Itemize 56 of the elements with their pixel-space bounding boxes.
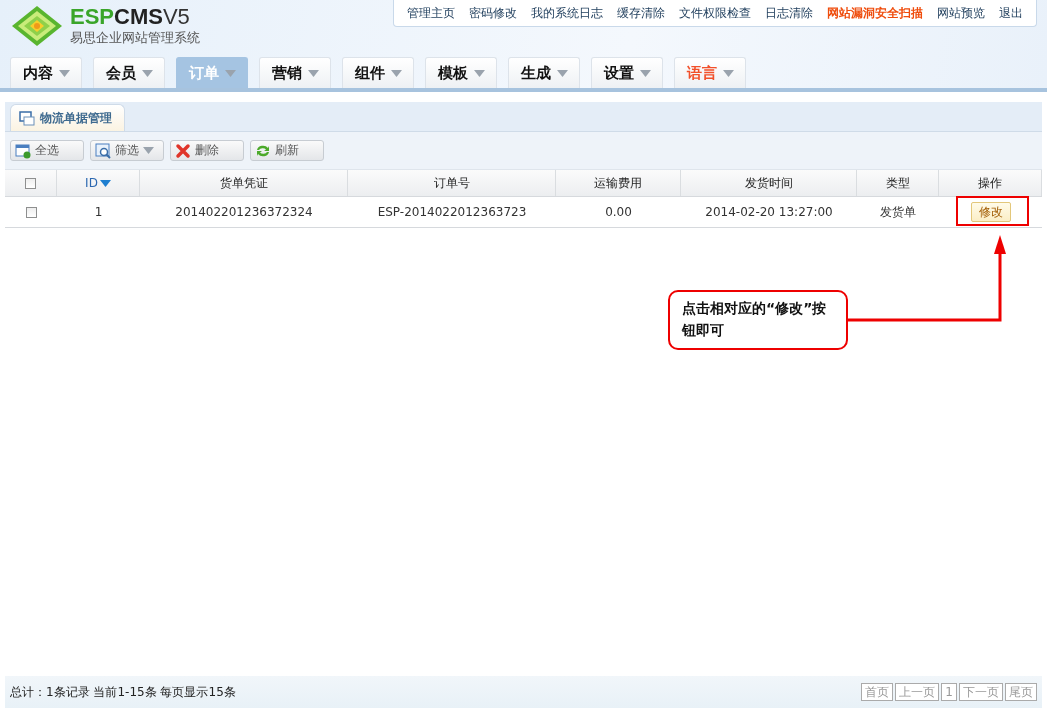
column-header[interactable]: 订单号 (433, 174, 470, 192)
caret-icon (473, 69, 485, 77)
table-cell: 201402201236372324 (175, 205, 313, 219)
top-link[interactable]: 日志清除 (758, 4, 820, 22)
checkbox[interactable] (25, 206, 37, 218)
caret-icon (390, 69, 402, 77)
caret-icon (143, 147, 154, 154)
cross-icon (175, 142, 191, 159)
column-header[interactable]: 类型 (885, 174, 910, 192)
top-link[interactable]: 退出 (992, 4, 1030, 22)
nav-tab[interactable]: 营销 (259, 57, 331, 88)
nav-tab[interactable]: 组件 (342, 57, 414, 88)
nav-tab[interactable]: 设置 (591, 57, 663, 88)
table-cell: 发货单 (880, 203, 916, 221)
table-cell: ESP-2014022012363723 (377, 205, 527, 219)
nav-tab[interactable]: 生成 (508, 57, 580, 88)
caret-icon (307, 69, 319, 77)
logo-subtitle: 易思企业网站管理系统 (70, 29, 200, 47)
table-cell: 2014-02-20 13:27:00 (705, 205, 833, 219)
top-link[interactable]: 管理主页 (400, 4, 462, 22)
top-link[interactable]: 我的系统日志 (524, 4, 610, 22)
caret-icon (58, 69, 70, 77)
toolbar-button[interactable]: 刷新 (250, 140, 324, 161)
top-link[interactable]: 网站预览 (930, 4, 992, 22)
record-summary: 总计：1条记录 当前1-15条 每页显示15条 (10, 683, 236, 701)
magnifier-icon (95, 142, 111, 159)
nav-tab[interactable]: 内容 (10, 57, 82, 88)
callout-text: 点击相对应的“修改”按钮即可 (668, 290, 848, 350)
top-link[interactable]: 缓存清除 (610, 4, 672, 22)
table-cell: 1 (94, 205, 103, 219)
column-header[interactable]: ID (85, 176, 98, 190)
table-cell: 0.00 (605, 205, 632, 219)
window-icon (19, 110, 35, 126)
toolbar-button[interactable]: 筛选 (90, 140, 164, 161)
nav-tab[interactable]: 模板 (425, 57, 497, 88)
logo-wordmark: ESPCMSV5 (70, 5, 191, 29)
top-link[interactable]: 网站漏洞安全扫描 (820, 4, 930, 22)
column-header[interactable]: 发货时间 (744, 174, 793, 192)
top-link[interactable]: 文件权限检查 (672, 4, 758, 22)
panel-tab[interactable]: 物流单据管理 (10, 104, 125, 131)
column-header[interactable]: 操作 (978, 174, 1002, 192)
column-header[interactable]: 货单凭证 (219, 174, 268, 192)
caret-icon (639, 69, 651, 77)
checkbox[interactable] (25, 177, 36, 189)
logo-icon (10, 4, 64, 48)
edit-button[interactable]: 修改 (970, 202, 1011, 222)
caret-icon (556, 69, 568, 77)
table-add-icon (15, 142, 31, 159)
column-header[interactable]: 运输费用 (594, 174, 642, 192)
caret-icon (224, 69, 236, 77)
top-link[interactable]: 密码修改 (462, 4, 524, 22)
caret-icon (141, 69, 153, 77)
toolbar-button[interactable]: 全选 (10, 140, 84, 161)
caret-icon (722, 69, 734, 77)
nav-tab[interactable]: 会员 (93, 57, 165, 88)
toolbar-button[interactable]: 删除 (170, 140, 244, 161)
